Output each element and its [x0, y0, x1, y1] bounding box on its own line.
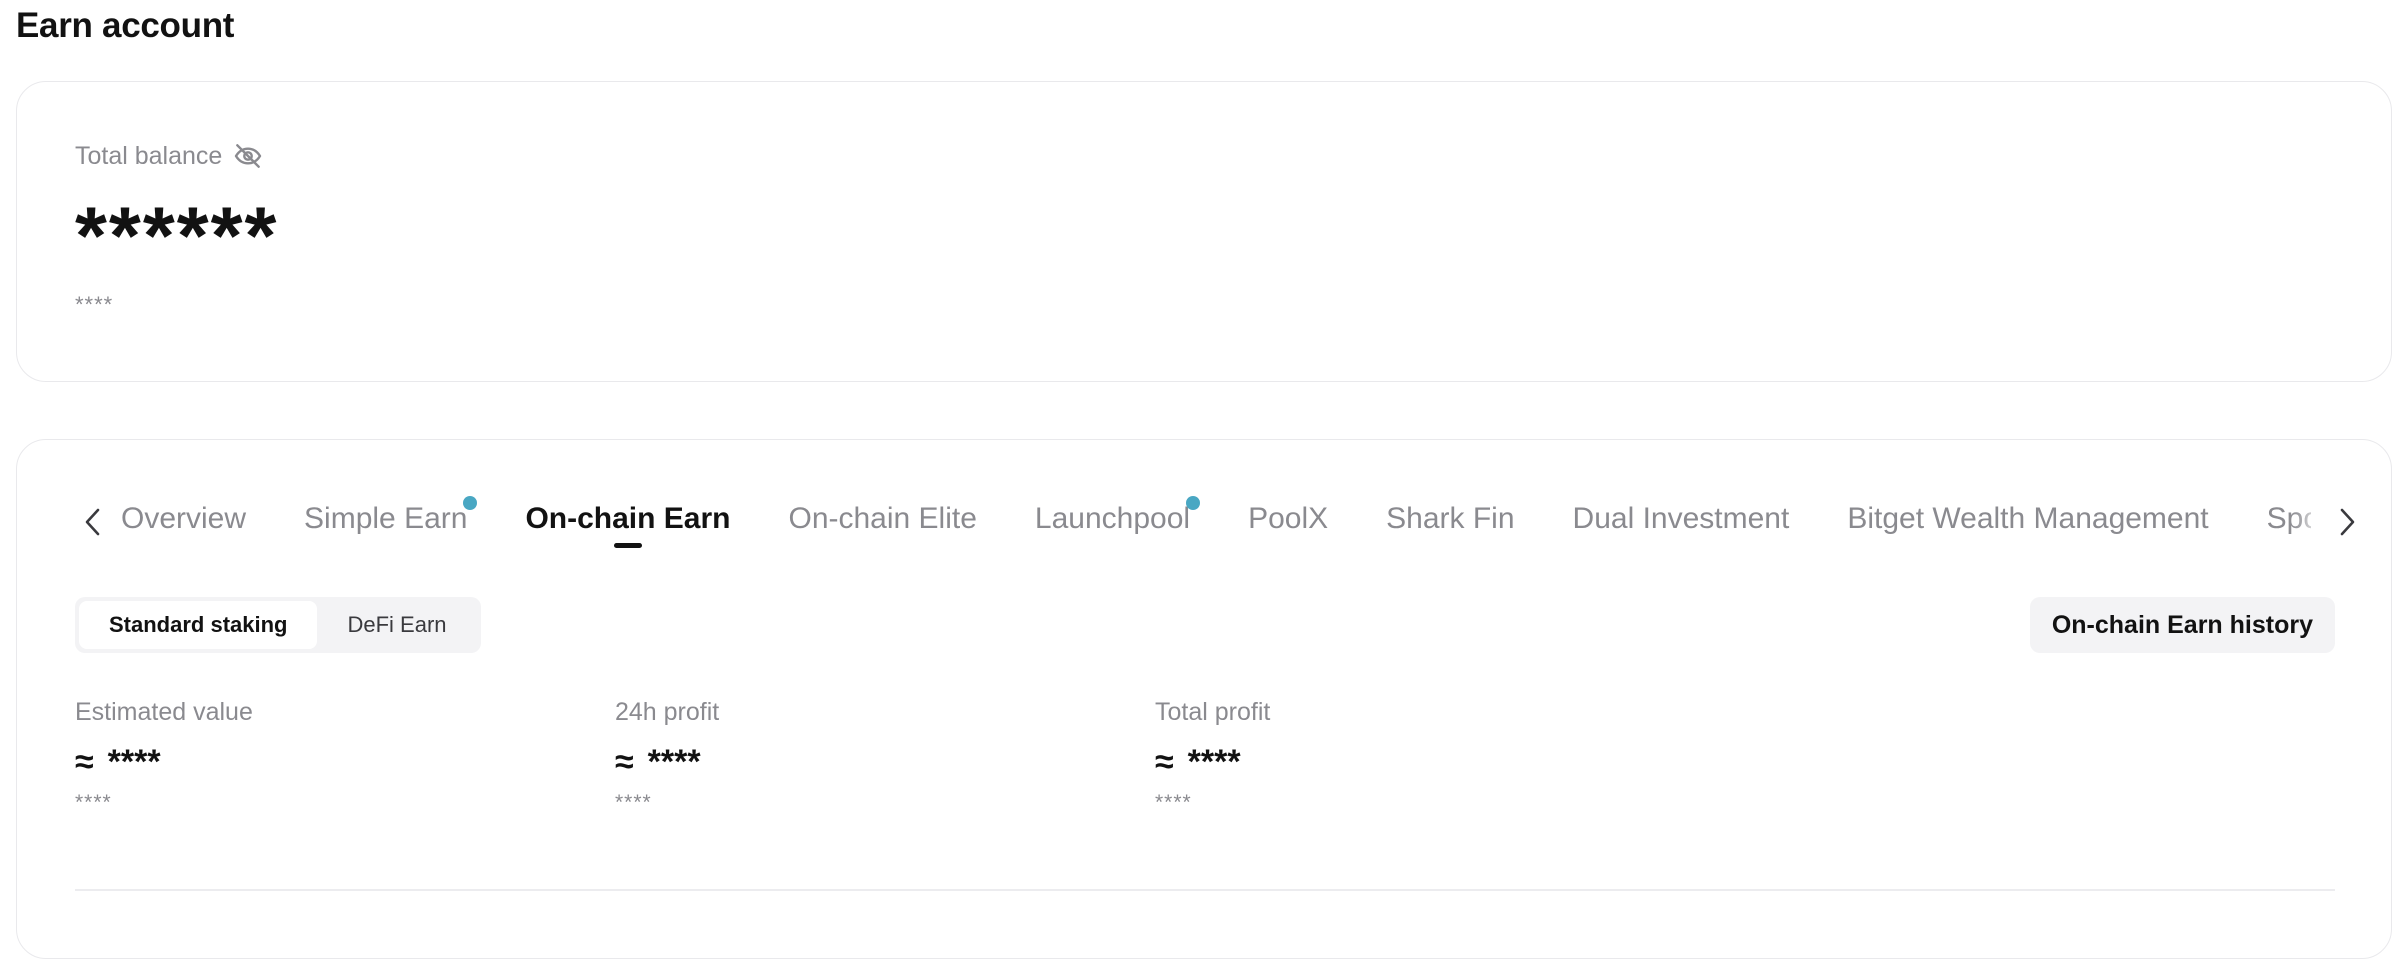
tab-spot-auto[interactable]: Spot au — [2267, 496, 2311, 548]
notification-dot — [1186, 496, 1201, 510]
tab-label: Dual Investment — [1572, 502, 1790, 535]
chevron-right-icon[interactable] — [2327, 503, 2365, 541]
page-title: Earn account — [16, 6, 235, 45]
tab-label: On-chain Earn — [525, 502, 731, 535]
estimated-value-stat: Estimated value ≈ **** **** — [75, 698, 253, 815]
tab-shark-fin[interactable]: Shark Fin — [1386, 496, 1514, 548]
tab-overview[interactable]: Overview — [121, 496, 246, 548]
stat-value: ≈ **** — [1155, 745, 1270, 779]
24h-profit-stat: 24h profit ≈ **** **** — [615, 698, 719, 815]
tab-label: Bitget Wealth Management — [1847, 502, 2209, 535]
notification-dot — [463, 496, 478, 510]
tab-launchpool[interactable]: Launchpool — [1034, 496, 1201, 548]
product-tabs: Overview Simple Earn On-chain Earn On-ch… — [75, 492, 2365, 552]
approx-sign: ≈ — [615, 743, 634, 781]
tab-label: Simple Earn — [304, 502, 468, 535]
tab-on-chain-elite[interactable]: On-chain Elite — [788, 496, 976, 548]
stat-sub: **** — [615, 791, 652, 814]
stat-label: 24h profit — [615, 698, 720, 726]
tab-on-chain-earn[interactable]: On-chain Earn — [525, 496, 730, 548]
stat-sub: **** — [75, 791, 112, 814]
earn-products-card: Overview Simple Earn On-chain Earn On-ch… — [16, 439, 2392, 959]
tab-label: On-chain Elite — [788, 502, 977, 535]
approx-sign: ≈ — [1155, 743, 1174, 781]
total-balance-label-row: Total balance — [75, 140, 264, 172]
total-balance-sub: **** — [75, 292, 114, 317]
tab-label: PoolX — [1248, 502, 1329, 535]
tab-label: Spot au — [2266, 502, 2311, 535]
stat-sub: **** — [1155, 791, 1192, 814]
total-profit-stat: Total profit ≈ **** **** — [1155, 698, 1270, 815]
staking-type-toggle: Standard staking DeFi Earn — [75, 597, 481, 653]
stat-label: Estimated value — [75, 698, 253, 726]
section-divider — [75, 889, 2335, 891]
tab-simple-earn[interactable]: Simple Earn — [304, 496, 478, 548]
standard-staking-button[interactable]: Standard staking — [79, 601, 318, 649]
on-chain-earn-history-button[interactable]: On-chain Earn history — [2029, 597, 2335, 653]
chevron-left-icon[interactable] — [75, 503, 113, 541]
total-balance-card: Total balance ****** **** — [16, 81, 2392, 382]
tab-label: Overview — [121, 502, 247, 535]
stat-value-text: **** — [1187, 743, 1241, 781]
tab-list: Overview Simple Earn On-chain Earn On-ch… — [121, 496, 2311, 548]
tab-bitget-wealth-management[interactable]: Bitget Wealth Management — [1847, 496, 2208, 548]
approx-sign: ≈ — [75, 743, 94, 781]
tab-label: Launchpool — [1034, 502, 1191, 535]
stat-value: ≈ **** — [75, 745, 253, 779]
eye-slash-icon[interactable] — [232, 140, 264, 172]
tab-poolx[interactable]: PoolX — [1248, 496, 1328, 548]
total-balance-value: ****** — [75, 191, 279, 282]
tab-label: Shark Fin — [1386, 502, 1515, 535]
stat-value: ≈ **** — [615, 745, 719, 779]
stat-label: Total profit — [1155, 698, 1271, 726]
tab-dual-investment[interactable]: Dual Investment — [1573, 496, 1790, 548]
stat-value-text: **** — [647, 743, 701, 781]
total-balance-label: Total balance — [75, 141, 223, 170]
stat-value-text: **** — [107, 743, 161, 781]
defi-earn-button[interactable]: DeFi Earn — [317, 601, 476, 649]
